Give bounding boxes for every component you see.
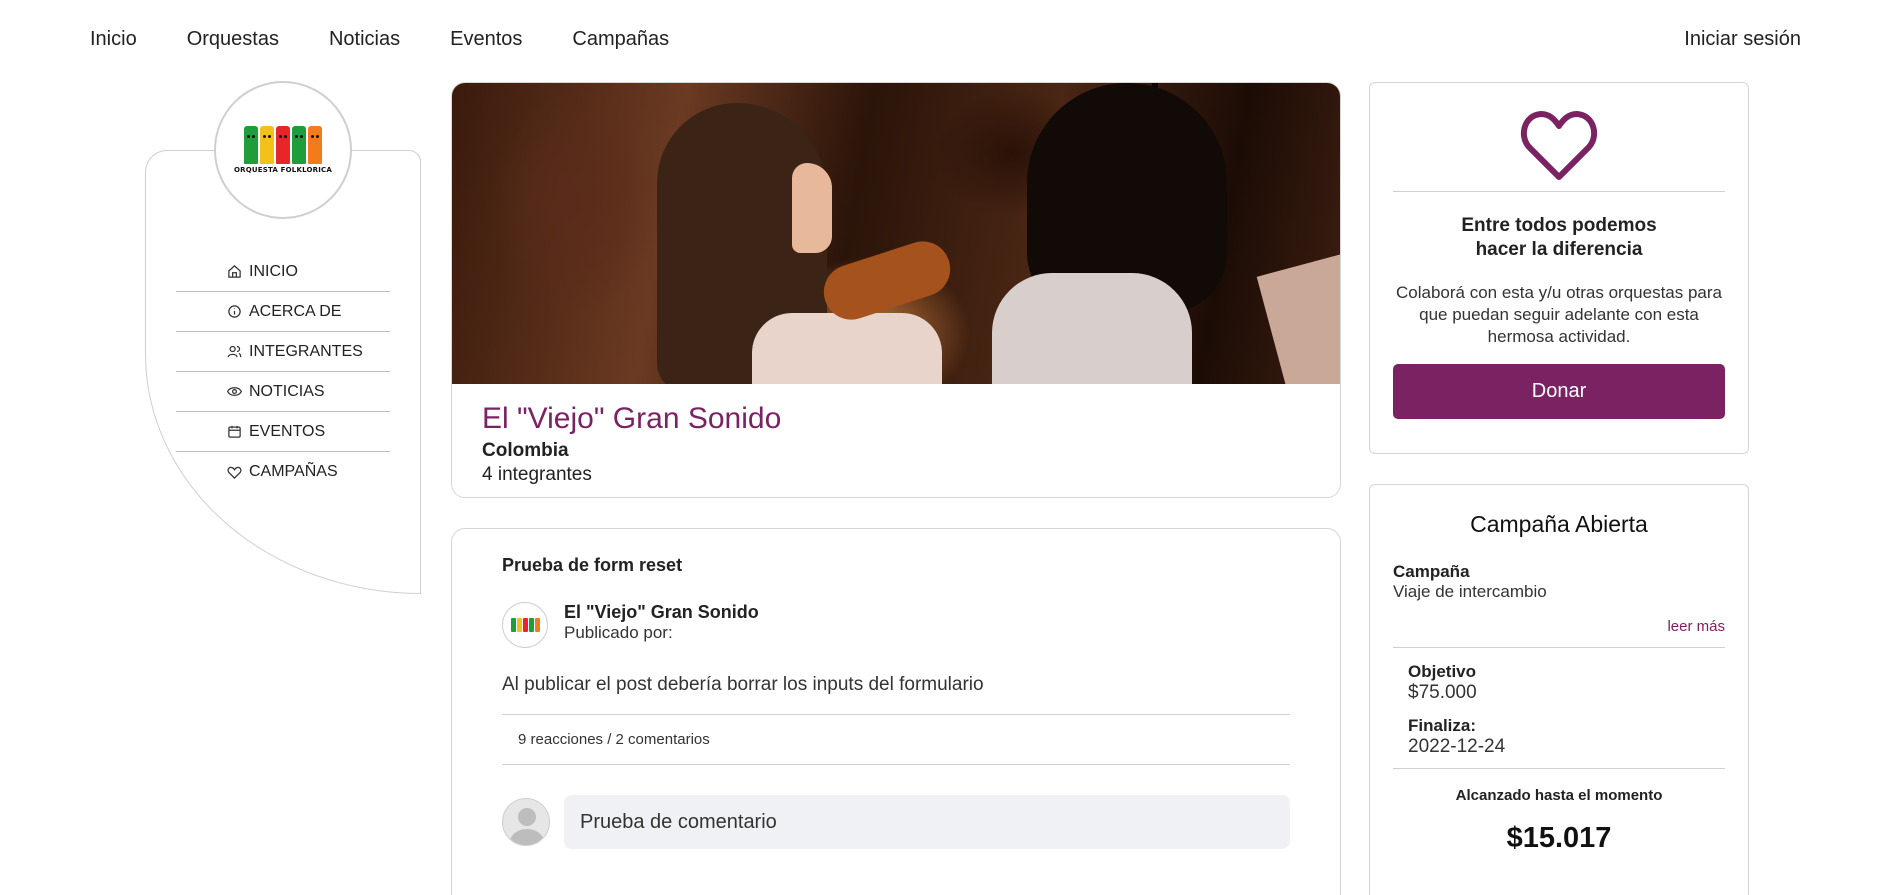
orchestra-members: 4 integrantes [482, 464, 592, 485]
reached-label: Alcanzado hasta el momento [1455, 787, 1663, 804]
sidebar-item-label: NOTICIAS [249, 382, 325, 400]
nav-link-inicio[interactable]: Inicio [90, 28, 137, 51]
campaign-name: Viaje de intercambio [1393, 582, 1547, 601]
comment-text: Prueba de comentario [564, 795, 1290, 849]
nav-link-campanas[interactable]: Campañas [572, 28, 669, 51]
sidebar-item-integrantes[interactable]: INTEGRANTES [176, 332, 390, 372]
campaign-details: Objetivo $75.000 Finaliza: 2022-12-24 [1393, 648, 1725, 769]
heart-icon [1519, 109, 1599, 181]
nav-link-eventos[interactable]: Eventos [450, 28, 522, 51]
post-title: Prueba de form reset [502, 555, 683, 575]
top-navbar: Inicio Orquestas Noticias Eventos Campañ… [0, 0, 1893, 78]
user-avatar [502, 798, 550, 846]
read-more-link[interactable]: leer más [1393, 618, 1725, 648]
sidebar-item-eventos[interactable]: EVENTOS [176, 412, 390, 452]
sidebar-item-label: INICIO [249, 262, 298, 280]
comment-item: Prueba de comentario [502, 795, 1290, 849]
campaign-label: Campaña [1393, 562, 1470, 581]
users-icon [226, 344, 242, 360]
campaign-title: Campaña Abierta [1470, 511, 1648, 537]
donate-description: Colaborá con esta y/u otras orquestas pa… [1395, 283, 1723, 346]
orchestra-avatar: ORQUESTA FOLKLORICA [214, 81, 352, 219]
sidebar-menu: INICIO ACERCA DE INTEGRANTES NOTICIAS EV… [176, 252, 390, 492]
post-stats[interactable]: 9 reacciones / 2 comentarios [502, 715, 1290, 765]
sidebar-item-label: CAMPAÑAS [249, 463, 338, 480]
nav-link-noticias[interactable]: Noticias [329, 28, 400, 51]
orchestra-country: Colombia [482, 440, 569, 461]
logo-text: ORQUESTA FOLKLORICA [233, 166, 332, 174]
orchestra-logo: ORQUESTA FOLKLORICA [234, 126, 332, 174]
goal-label: Objetivo [1408, 662, 1477, 681]
donate-headline: Entre todos podemos hacer la diferencia [1461, 215, 1657, 260]
orchestra-cover-image [452, 83, 1340, 384]
post-author: El "Viejo" Gran Sonido Publicado por: [502, 602, 1290, 648]
campaign-card: Campaña Abierta Campaña Viaje de interca… [1369, 484, 1749, 895]
sidebar-item-label: ACERCA DE [249, 302, 342, 320]
donate-card: Entre todos podemos hacer la diferencia … [1369, 82, 1749, 454]
post-body: Al publicar el post debería borrar los i… [502, 674, 1290, 715]
heart-icon [226, 464, 242, 480]
nav-links: Inicio Orquestas Noticias Eventos Campañ… [90, 28, 719, 51]
author-name[interactable]: El "Viejo" Gran Sonido [564, 602, 759, 623]
orchestra-info: El "Viejo" Gran Sonido Colombia 4 integr… [452, 384, 1340, 497]
sidebar-item-noticias[interactable]: NOTICIAS [176, 372, 390, 412]
eye-icon [226, 384, 242, 400]
sidebar-item-acerca[interactable]: ACERCA DE [176, 292, 390, 332]
published-by-label: Publicado por: [564, 623, 673, 642]
end-label: Finaliza: [1408, 716, 1477, 735]
end-value: 2022-12-24 [1408, 736, 1506, 757]
login-link[interactable]: Iniciar sesión [1684, 28, 1801, 51]
sidebar-item-label: EVENTOS [249, 422, 326, 440]
calendar-icon [226, 424, 242, 440]
goal-value: $75.000 [1408, 682, 1477, 703]
sidebar-item-campanas[interactable]: CAMPAÑAS [176, 452, 390, 492]
divider [1393, 191, 1725, 192]
orchestra-name: El "Viejo" Gran Sonido [482, 402, 782, 435]
sidebar-item-label: INTEGRANTES [249, 342, 363, 360]
nav-link-orquestas[interactable]: Orquestas [187, 28, 279, 51]
reached-amount: $15.017 [1506, 822, 1612, 854]
info-icon [226, 304, 242, 320]
home-icon [226, 264, 242, 280]
donate-button[interactable]: Donar [1393, 364, 1725, 419]
orchestra-header-card: El "Viejo" Gran Sonido Colombia 4 integr… [451, 82, 1341, 498]
author-avatar[interactable] [502, 602, 548, 648]
post-card: Prueba de form reset El "Viejo" Gran Son… [451, 528, 1341, 895]
sidebar-item-inicio[interactable]: INICIO [176, 252, 390, 292]
